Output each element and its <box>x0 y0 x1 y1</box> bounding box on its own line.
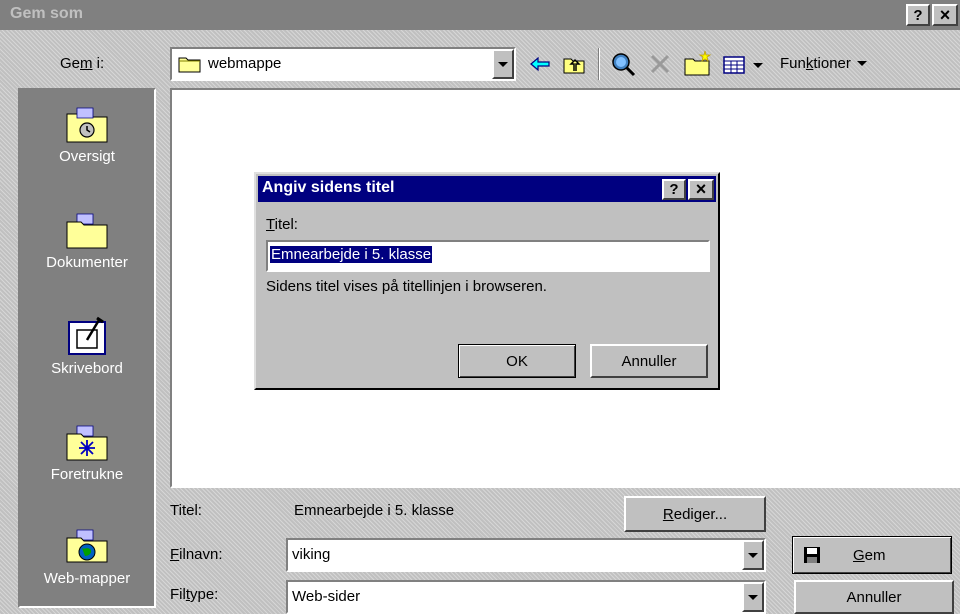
page-title-value: Emnearbejde i 5. klasse <box>294 502 455 519</box>
help-button[interactable]: ? <box>906 4 930 26</box>
save-in-label: Gem i: <box>60 55 105 72</box>
folder-icon <box>178 54 202 74</box>
close-icon: × <box>695 179 707 199</box>
title-hint: Sidens titel vises på titellinjen i brow… <box>266 278 547 295</box>
dialog-cancel-button[interactable]: Annuller <box>590 344 708 378</box>
filetype-dropdown-button[interactable] <box>742 582 764 612</box>
new-folder-button[interactable] <box>682 48 714 78</box>
chevron-down-icon <box>748 552 758 558</box>
place-label: Skrivebord <box>51 360 123 377</box>
place-documents[interactable]: Dokumenter <box>20 210 154 271</box>
details-view-icon <box>723 56 745 74</box>
up-folder-button[interactable] <box>560 50 588 78</box>
close-icon: × <box>939 4 951 25</box>
ok-button[interactable]: OK <box>458 344 576 378</box>
cancel-button[interactable]: Annuller <box>794 580 954 614</box>
window-title: Gem som <box>10 5 83 22</box>
filetype-combobox[interactable]: Web-sider <box>286 580 766 614</box>
filename-value: viking <box>292 546 331 563</box>
history-folder-icon <box>65 104 109 144</box>
place-history[interactable]: Oversigt <box>20 104 154 165</box>
save-button[interactable]: Gem <box>792 536 952 574</box>
title-input[interactable]: Emnearbejde i 5. klasse <box>266 240 710 272</box>
filename-label: Filnavn: <box>170 546 223 563</box>
delete-x-icon <box>650 54 670 74</box>
close-button[interactable]: × <box>932 4 958 26</box>
views-button[interactable] <box>720 52 766 78</box>
filename-combobox[interactable]: viking <box>286 538 766 572</box>
edit-title-button[interactable]: Rediger... <box>624 496 766 532</box>
page-title-label: Titel: <box>170 502 202 519</box>
search-web-icon <box>612 53 636 77</box>
location-dropdown-button[interactable] <box>492 49 514 79</box>
filetype-value: Web-sider <box>292 588 361 605</box>
search-web-button[interactable] <box>608 50 638 78</box>
set-title-dialog: Angiv sidens titel ? × Titel: Emnearbejd… <box>254 172 720 390</box>
location-value: webmappe <box>208 55 282 72</box>
place-label: Foretrukne <box>50 466 124 483</box>
place-favorites[interactable]: Foretrukne <box>20 422 154 483</box>
documents-folder-icon <box>65 210 109 250</box>
delete-button[interactable] <box>646 50 674 78</box>
chevron-down-icon <box>498 61 508 67</box>
up-one-level-icon <box>563 58 585 74</box>
location-combobox[interactable]: webmappe <box>170 47 516 81</box>
web-folders-icon <box>65 526 109 566</box>
back-button[interactable] <box>527 52 553 76</box>
help-icon: ? <box>669 181 679 198</box>
title-input-selected-text: Emnearbejde i 5. klasse <box>270 246 433 263</box>
toolbar-separator <box>598 48 600 80</box>
place-label: Web-mapper <box>43 570 131 587</box>
place-desktop[interactable]: Skrivebord <box>20 316 154 377</box>
place-label: Oversigt <box>59 148 115 165</box>
places-bar: Oversigt Dokumenter Skrivebord Foretrukn… <box>18 88 156 608</box>
back-arrow-icon <box>530 56 550 72</box>
views-chevron-down-icon <box>753 62 763 68</box>
set-title-dialog-titlebar[interactable]: Angiv sidens titel ? × <box>258 176 716 202</box>
window-titlebar[interactable]: Gem som ? × <box>0 0 960 30</box>
set-title-dialog-title: Angiv sidens titel <box>262 179 395 196</box>
filename-dropdown-button[interactable] <box>742 540 764 570</box>
filetype-label: Filtype: <box>170 586 219 603</box>
title-field-label: Titel: <box>266 216 298 233</box>
chevron-down-icon <box>748 594 758 600</box>
new-folder-icon <box>684 50 712 76</box>
place-label: Dokumenter <box>46 254 128 271</box>
floppy-disk-icon <box>803 546 821 564</box>
place-web-folders[interactable]: Web-mapper <box>20 526 154 587</box>
functions-menu[interactable]: Fun k tioner <box>780 55 867 72</box>
help-icon: ? <box>913 6 923 24</box>
dialog-help-button[interactable]: ? <box>662 179 686 200</box>
functions-chevron-down-icon <box>856 61 867 66</box>
favorites-folder-icon <box>65 422 109 462</box>
desktop-icon <box>65 316 109 356</box>
dialog-close-button[interactable]: × <box>688 179 714 200</box>
